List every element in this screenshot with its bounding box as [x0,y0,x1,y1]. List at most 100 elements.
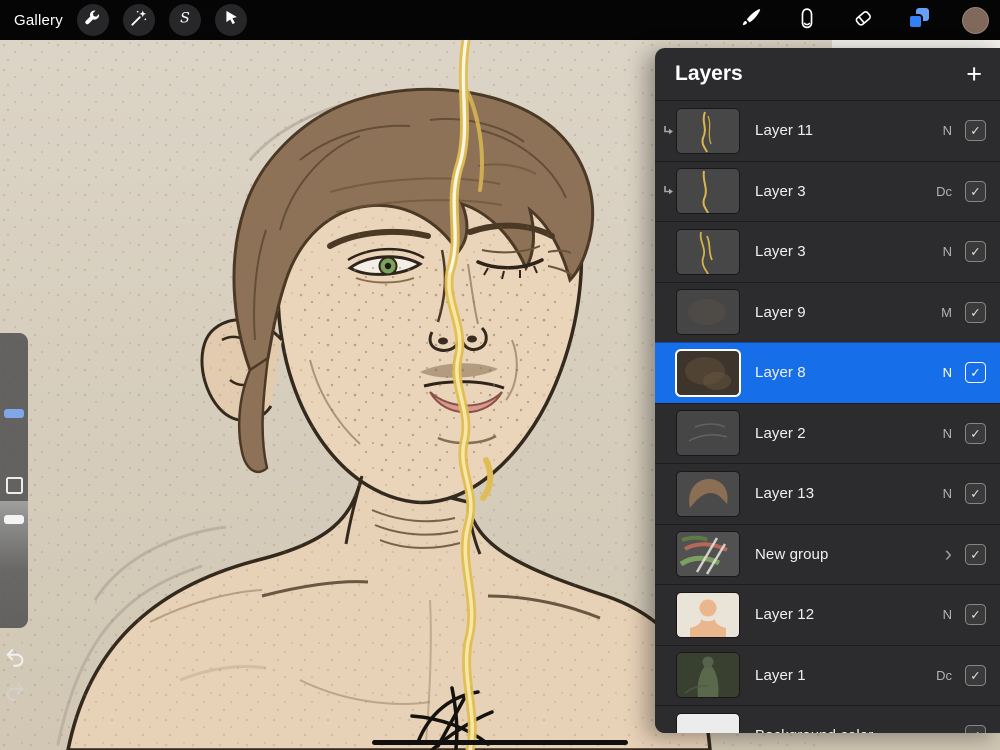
layers-icon [906,5,932,36]
check-icon: ✓ [970,245,981,260]
layer-name: Layer 2 [755,424,806,442]
visibility-checkbox[interactable]: ✓ [965,604,986,626]
undo-icon [4,649,26,672]
layers-panel: Layers + Layer 11 N ✓ Layer 3 Dc ✓ Layer… [655,48,1000,733]
visibility-checkbox[interactable]: ✓ [965,664,986,686]
check-icon: ✓ [970,728,980,733]
layers-panel-header: Layers + [655,48,1000,100]
adjustments-button[interactable] [122,4,155,36]
selection-s-icon: S [175,8,195,33]
wrench-icon [83,8,103,33]
smudge-finger-icon [795,6,819,35]
smudge-tool-button[interactable] [792,5,822,35]
paint-brush-icon [739,6,763,35]
gallery-button[interactable]: Gallery [14,12,63,29]
group-chevron-icon[interactable]: › [922,543,952,565]
layer-row[interactable]: Layer 13 N ✓ [655,463,1000,524]
magic-wand-icon [129,8,149,33]
layer-row[interactable]: Layer 3 Dc ✓ [655,160,1000,221]
home-indicator[interactable] [372,740,628,745]
layer-row-selected[interactable]: Layer 8 N ✓ [655,342,1000,403]
visibility-checkbox[interactable]: ✓ [965,725,986,733]
brush-opacity-slider[interactable] [0,501,28,628]
layer-thumbnail[interactable] [677,471,739,516]
brush-opacity-handle[interactable] [4,515,24,525]
layers-panel-button[interactable] [904,5,934,35]
layer-name: Layer 9 [755,303,806,321]
layer-name: Layer 12 [755,606,815,624]
layer-name: Background color [755,727,922,733]
check-icon: ✓ [970,668,981,683]
blend-mode-label[interactable]: N [922,486,952,501]
check-icon: ✓ [970,366,981,381]
group-row[interactable]: New group › ✓ [655,523,1000,584]
layer-name: Layer 11 [755,122,814,140]
blend-mode-label[interactable]: N [922,607,952,622]
background-thumbnail[interactable] [677,713,739,733]
erase-tool-button[interactable] [848,5,878,35]
brush-size-handle[interactable] [4,409,24,418]
selection-button[interactable]: S [168,4,201,36]
modify-button[interactable] [5,477,23,495]
layer-name: Layer 3 [755,243,806,261]
layer-row[interactable]: Layer 12 N ✓ [655,584,1000,645]
group-thumbnail[interactable] [677,532,739,577]
visibility-checkbox[interactable]: ✓ [965,301,986,323]
sidebar-sliders [0,333,28,628]
layer-thumbnail[interactable] [677,229,739,274]
layer-name: Layer 1 [755,666,806,684]
color-picker-button[interactable] [960,5,990,35]
redo-button[interactable] [4,680,26,707]
actions-button[interactable] [76,4,109,36]
check-icon: ✓ [970,487,981,502]
procreate-app: Gallery S Layers + Layer 11 N ✓ Layer 3 … [0,0,1000,750]
visibility-checkbox[interactable]: ✓ [965,180,986,202]
clipping-mask-icon [663,125,677,137]
layer-row[interactable]: Layer 3 N ✓ [655,221,1000,282]
add-layer-button[interactable]: + [966,60,982,88]
blend-mode-label[interactable]: N [922,244,952,259]
check-icon: ✓ [970,426,981,441]
brush-size-slider[interactable] [0,333,28,470]
layer-list: Layer 11 N ✓ Layer 3 Dc ✓ Layer 3 N ✓ La… [655,100,1000,733]
blend-mode-label[interactable]: Dc [922,184,952,199]
panel-title: Layers [675,62,743,85]
layer-row[interactable]: Layer 11 N ✓ [655,100,1000,161]
undo-button[interactable] [4,646,26,673]
background-color-row[interactable]: Background color ✓ [655,705,1000,733]
visibility-checkbox[interactable]: ✓ [965,422,986,444]
transform-button[interactable] [214,4,247,36]
visibility-checkbox[interactable]: ✓ [965,241,986,263]
layer-row[interactable]: Layer 2 N ✓ [655,402,1000,463]
visibility-checkbox[interactable]: ✓ [965,362,986,384]
layer-name: Layer 3 [755,182,806,200]
brush-tool-button[interactable] [736,5,766,35]
blend-mode-label[interactable]: N [922,365,952,380]
group-name: New group [755,545,829,563]
check-icon: ✓ [970,608,981,623]
redo-icon [4,683,26,706]
svg-text:S: S [180,10,190,26]
layer-thumbnail[interactable] [677,592,739,637]
layer-thumbnail[interactable] [677,108,739,153]
color-swatch [961,6,989,34]
visibility-checkbox[interactable]: ✓ [965,483,986,505]
layer-thumbnail[interactable] [677,169,739,214]
layer-thumbnail[interactable] [677,411,739,456]
visibility-checkbox[interactable]: ✓ [965,543,986,565]
layer-thumbnail[interactable] [677,290,739,335]
layer-row[interactable]: Layer 9 M ✓ [655,281,1000,342]
blend-mode-label[interactable]: N [922,123,952,138]
layer-thumbnail[interactable] [677,653,739,698]
check-icon: ✓ [970,184,981,199]
blend-mode-label[interactable]: N [922,426,952,441]
blend-mode-label[interactable]: Dc [922,668,952,683]
layer-name: Layer 13 [755,485,815,503]
eraser-icon [851,6,875,35]
layer-thumbnail[interactable] [677,350,739,395]
layer-name: Layer 8 [755,364,806,382]
layer-row[interactable]: Layer 1 Dc ✓ [655,644,1000,705]
visibility-checkbox[interactable]: ✓ [965,120,986,142]
blend-mode-label[interactable]: M [922,305,952,320]
check-icon: ✓ [970,547,981,562]
